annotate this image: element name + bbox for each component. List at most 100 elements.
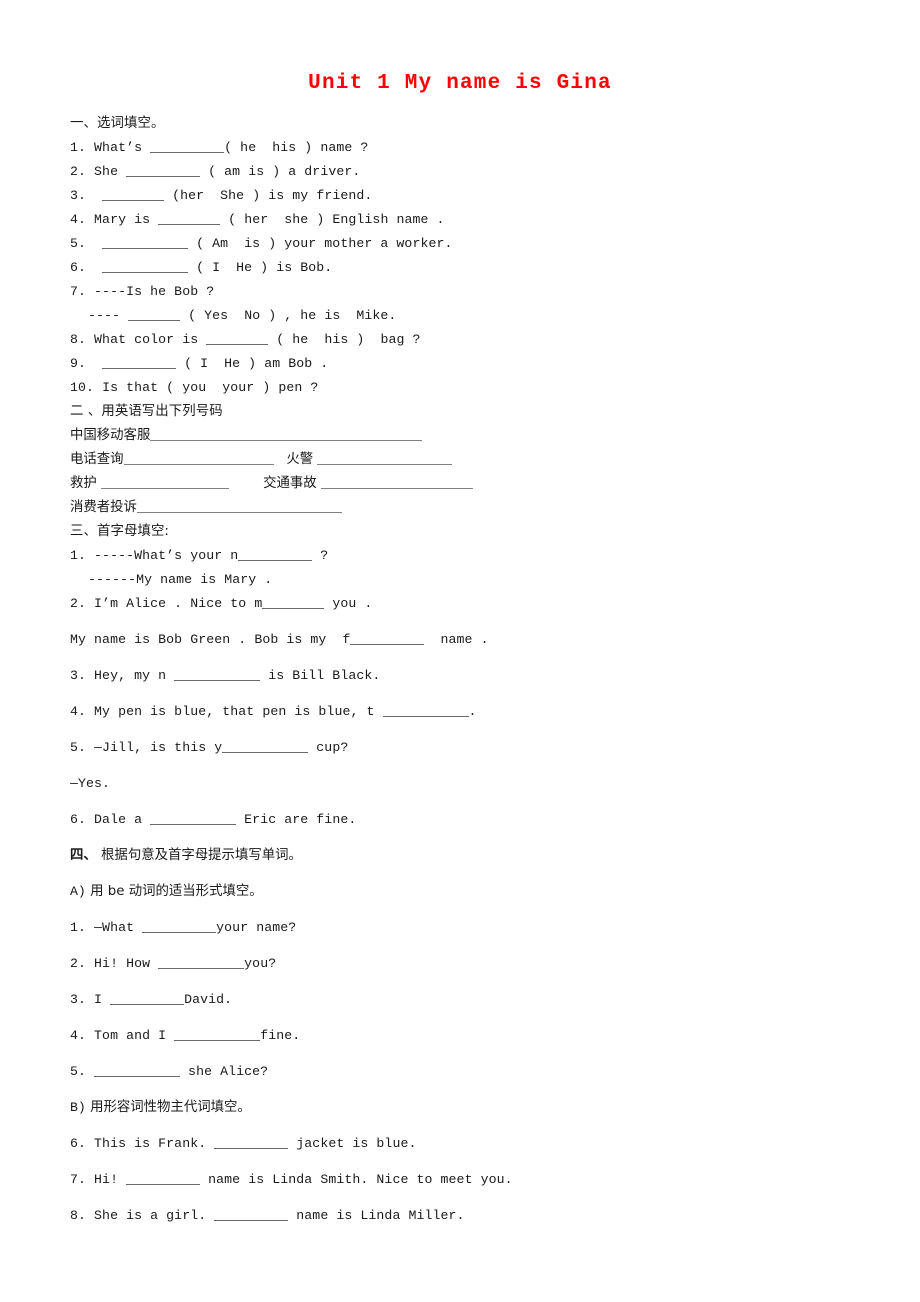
fill-blank[interactable] [110, 992, 185, 1006]
fill-blank[interactable] [238, 548, 313, 562]
fill-blank[interactable] [136, 500, 342, 514]
section-four-number: 四、 [70, 848, 97, 863]
exercise-item: 7. ----Is he Bob ? [70, 280, 860, 304]
fill-blank[interactable] [142, 920, 217, 934]
phone-entry-row: 救护 交通事故 [70, 472, 860, 496]
fill-blank[interactable] [101, 476, 230, 490]
fill-blank[interactable] [158, 212, 221, 226]
page-title: Unit 1 My name is Gina [308, 72, 612, 95]
exercise-item: 2. She ( am is ) a driver. [70, 160, 860, 184]
exercise-item: 4. Tom and I fine. [70, 1018, 860, 1054]
fill-blank[interactable] [317, 452, 453, 466]
exercise-item: 8. She is a girl. name is Linda Miller. [70, 1198, 860, 1234]
exercise-item: 5. ( Am is ) your mother a worker. [70, 232, 860, 256]
item-number: 3. [70, 188, 87, 203]
part-a-label: A) [70, 884, 86, 899]
item-text-pre: —Jill, is this y [94, 740, 223, 755]
item-text-post: she Alice? [180, 1064, 269, 1079]
phone-label: 救护 [70, 476, 102, 491]
item-text-pre: Dale a [94, 812, 151, 827]
fill-blank[interactable] [150, 812, 237, 826]
fill-blank[interactable] [150, 140, 225, 154]
item-number: 8. [70, 1208, 87, 1223]
fill-blank[interactable] [150, 428, 423, 442]
fill-blank[interactable] [102, 356, 177, 370]
item-text-post: your name? [216, 920, 297, 935]
exercise-item: 9. ( I He ) am Bob . [70, 352, 860, 376]
phone-label: 消费者投诉 [70, 500, 137, 515]
exercise-item: 4. Mary is ( her she ) English name . [70, 208, 860, 232]
item-number: 3. [70, 668, 87, 683]
item-text-pre: ------My name is Mary . [88, 572, 273, 587]
item-text-pre: She is a girl. [94, 1208, 215, 1223]
fill-blank[interactable] [214, 1136, 289, 1150]
exercise-item: 4. My pen is blue, that pen is blue, t . [70, 694, 860, 730]
fill-blank[interactable] [350, 632, 425, 646]
item-text-post: ( Yes No ) , he is Mike. [180, 308, 397, 323]
item-number: 5. [70, 740, 87, 755]
fill-blank[interactable] [382, 704, 469, 718]
exercise-item: My name is Bob Green . Bob is my f name … [70, 622, 860, 658]
fill-blank[interactable] [128, 308, 181, 322]
exercise-item: 6. ( I He ) is Bob. [70, 256, 860, 280]
part-b-label: B) [70, 1100, 86, 1115]
fill-blank[interactable] [102, 188, 165, 202]
item-text-post: is Bill Black. [260, 668, 381, 683]
exercise-item: 5. she Alice? [70, 1054, 860, 1090]
item-text-pre: She [94, 164, 127, 179]
item-number: 4. [70, 212, 87, 227]
fill-blank[interactable] [222, 740, 309, 754]
section-four-heading: 四、 根据句意及首字母提示填写单词。 [70, 838, 860, 874]
item-text-post: name . [424, 632, 489, 647]
section-one-heading: 一、选词填空。 [70, 116, 165, 131]
item-number: 6. [70, 812, 87, 827]
item-text-pre: ----Is he Bob ? [94, 284, 215, 299]
item-number: 5. [70, 1064, 87, 1079]
fill-blank[interactable] [94, 1064, 181, 1078]
item-text-post: fine. [260, 1028, 301, 1043]
fill-blank[interactable] [174, 1028, 261, 1042]
fill-blank[interactable] [126, 1172, 201, 1186]
exercise-item: 2. Hi! How you? [70, 946, 860, 982]
item-number: 2. [70, 596, 87, 611]
item-number: 4. [70, 1028, 87, 1043]
item-text-post: you? [244, 956, 277, 971]
section-four-title: 根据句意及首字母提示填写单词。 [96, 848, 302, 863]
item-number: 2. [70, 956, 87, 971]
exercise-item: 1. —What your name? [70, 910, 860, 946]
item-number: 7. [70, 284, 87, 299]
exercise-item: 3. (her She ) is my friend. [70, 184, 860, 208]
item-number: 1. [70, 140, 87, 155]
fill-blank[interactable] [102, 260, 189, 274]
fill-blank[interactable] [102, 236, 189, 250]
item-text-post: . [468, 704, 477, 719]
worksheet-body: 一、选词填空。 1. What’s ( he his ) name ? 2. S… [70, 112, 860, 1234]
item-text-pre: ---- [88, 308, 129, 323]
phone-entry-row: 电话查询 火警 [70, 448, 860, 472]
item-text-pre: Mary is [94, 212, 159, 227]
item-text-pre: Tom and I [94, 1028, 175, 1043]
fill-blank[interactable] [174, 668, 261, 682]
part-a-title: 用 be 动词的适当形式填空。 [85, 884, 263, 899]
item-text-post: cup? [308, 740, 349, 755]
item-text-pre: Hi! How [94, 956, 159, 971]
item-number: 4. [70, 704, 87, 719]
item-text-post: ( Am is ) your mother a worker. [188, 236, 453, 251]
item-text-pre: My name is Bob Green . Bob is my f [70, 632, 351, 647]
fill-blank[interactable] [158, 956, 245, 970]
item-text-pre: -----What’s your n [94, 548, 239, 563]
fill-blank[interactable] [123, 452, 274, 466]
item-number: 6. [70, 1136, 87, 1151]
item-number: 1. [70, 548, 87, 563]
fill-blank[interactable] [206, 332, 269, 346]
phone-label: 交通事故 [263, 476, 321, 491]
item-text-pre: —Yes. [70, 776, 111, 791]
fill-blank[interactable] [320, 476, 473, 490]
item-text-pre: I [94, 992, 111, 1007]
fill-blank[interactable] [214, 1208, 289, 1222]
fill-blank[interactable] [262, 596, 325, 610]
exercise-item: —Yes. [70, 766, 860, 802]
fill-blank[interactable] [126, 164, 201, 178]
item-text-pre: What color is [94, 332, 207, 347]
section-four-part-a-heading: A) 用 be 动词的适当形式填空。 [70, 874, 860, 910]
